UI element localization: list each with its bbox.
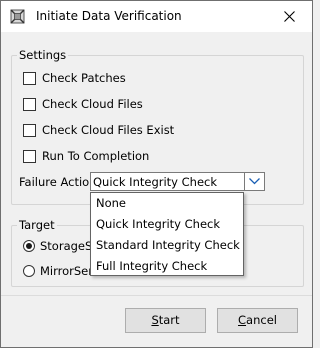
dropdown-option-full[interactable]: Full Integrity Check xyxy=(91,256,243,277)
dialog-window: Initiate Data Verification Settings Chec… xyxy=(0,0,313,348)
chevron-down-icon xyxy=(249,178,260,185)
radio-mirror-server[interactable]: MirrorServ xyxy=(23,264,100,278)
dropdown-option-none[interactable]: None xyxy=(91,193,243,214)
cancel-button[interactable]: Cancel xyxy=(217,308,298,333)
checkbox-label: Check Patches xyxy=(42,71,126,85)
close-icon xyxy=(284,11,295,22)
close-button[interactable] xyxy=(267,1,312,32)
run-to-completion-checkbox[interactable]: Run To Completion xyxy=(23,149,149,163)
radio-button[interactable] xyxy=(23,265,35,277)
start-label: tart xyxy=(158,313,180,327)
checkbox-box[interactable] xyxy=(23,97,36,111)
cancel-label: ancel xyxy=(246,313,277,327)
checkbox-box[interactable] xyxy=(23,71,36,85)
footer-divider xyxy=(1,295,312,296)
window-title: Initiate Data Verification xyxy=(36,9,182,23)
check-cloud-files-checkbox[interactable]: Check Cloud Files xyxy=(23,97,143,111)
failure-action-dropdown-list: None Quick Integrity Check Standard Inte… xyxy=(90,192,244,276)
radio-button[interactable] xyxy=(23,240,35,252)
checkbox-label: Check Cloud Files xyxy=(42,97,143,111)
checkbox-box[interactable] xyxy=(23,123,36,137)
checkbox-box[interactable] xyxy=(23,149,36,163)
start-button[interactable]: Start xyxy=(125,308,206,333)
checkbox-label: Run To Completion xyxy=(42,149,150,163)
dropdown-option-quick[interactable]: Quick Integrity Check xyxy=(91,214,243,235)
title-bar[interactable]: Initiate Data Verification xyxy=(1,1,312,32)
dropdown-button[interactable] xyxy=(244,173,264,190)
failure-action-value: Quick Integrity Check xyxy=(93,175,218,189)
start-mnemonic: S xyxy=(151,313,159,327)
check-cloud-files-exist-checkbox[interactable]: Check Cloud Files Exist xyxy=(23,123,174,137)
failure-action-label: Failure Action xyxy=(19,175,97,189)
dropdown-option-standard[interactable]: Standard Integrity Check xyxy=(91,235,243,256)
settings-group-label: Settings xyxy=(17,48,69,62)
radio-storage-server[interactable]: StorageSe xyxy=(23,239,99,253)
target-group-label: Target xyxy=(17,218,57,232)
cancel-mnemonic: C xyxy=(238,313,247,327)
failure-action-combobox[interactable]: Quick Integrity Check xyxy=(90,172,265,191)
check-patches-checkbox[interactable]: Check Patches xyxy=(23,71,126,85)
app-icon xyxy=(10,9,25,24)
checkbox-label: Check Cloud Files Exist xyxy=(42,123,175,137)
